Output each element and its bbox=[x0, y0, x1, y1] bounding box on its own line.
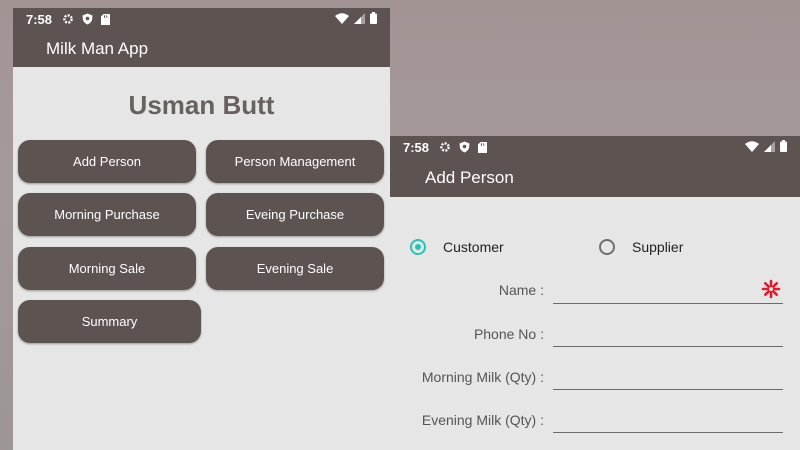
shield-icon bbox=[82, 13, 93, 25]
screen-title: Add Person bbox=[425, 167, 514, 187]
supplier-radio-label: Supplier bbox=[632, 239, 684, 255]
wifi-icon bbox=[335, 12, 349, 27]
app-title: Milk Man App bbox=[46, 38, 149, 58]
phone-label: Phone No : bbox=[473, 326, 544, 342]
morning-purchase-button[interactable]: Morning Purchase bbox=[18, 193, 196, 236]
morning-milk-field[interactable] bbox=[553, 367, 783, 390]
status-time: 7:58 bbox=[26, 11, 53, 27]
radio-unchecked-icon bbox=[599, 239, 615, 255]
evening-purchase-button[interactable]: Eveing Purchase bbox=[206, 193, 384, 236]
home-screen: 7:58 Milk Man App Usman Butt Add Person … bbox=[13, 8, 390, 450]
status-bar: 7:58 bbox=[13, 8, 390, 30]
sd-card-icon bbox=[101, 13, 111, 25]
summary-button[interactable]: Summary bbox=[18, 300, 201, 343]
evening-milk-field[interactable] bbox=[553, 410, 783, 433]
status-time: 7:58 bbox=[403, 139, 430, 155]
battery-icon bbox=[780, 139, 787, 155]
evening-sale-button[interactable]: Evening Sale bbox=[206, 247, 384, 290]
wifi-icon bbox=[745, 140, 759, 155]
status-bar: 7:58 bbox=[390, 136, 800, 158]
evening-milk-label: Evening Milk (Qty) : bbox=[421, 412, 544, 428]
customer-radio-label: Customer bbox=[443, 239, 504, 255]
morning-sale-button[interactable]: Morning Sale bbox=[18, 247, 196, 290]
battery-icon bbox=[370, 11, 377, 27]
shield-icon bbox=[459, 141, 470, 153]
user-name: Usman Butt bbox=[128, 90, 275, 120]
customer-radio[interactable]: Customer bbox=[410, 239, 504, 255]
add-person-screen: 7:58 Add Person Customer Supplier Name : bbox=[390, 136, 800, 450]
signal-icon bbox=[354, 12, 365, 27]
morning-milk-label: Morning Milk (Qty) : bbox=[421, 369, 544, 385]
supplier-radio[interactable]: Supplier bbox=[599, 239, 683, 255]
gear-icon bbox=[62, 13, 74, 25]
name-field[interactable] bbox=[553, 281, 783, 304]
person-type-radio-group: Customer Supplier bbox=[390, 236, 800, 260]
name-label: Name : bbox=[498, 282, 544, 298]
sd-card-icon bbox=[478, 141, 488, 153]
signal-icon bbox=[764, 140, 775, 155]
radio-checked-icon bbox=[410, 239, 426, 255]
person-management-button[interactable]: Person Management bbox=[206, 140, 384, 183]
phone-field[interactable] bbox=[553, 324, 783, 347]
gear-icon bbox=[439, 141, 451, 153]
app-bar: Milk Man App bbox=[13, 30, 390, 67]
required-asterisk-icon bbox=[761, 279, 781, 304]
app-bar: Add Person bbox=[390, 158, 800, 197]
add-person-button[interactable]: Add Person bbox=[18, 140, 196, 183]
